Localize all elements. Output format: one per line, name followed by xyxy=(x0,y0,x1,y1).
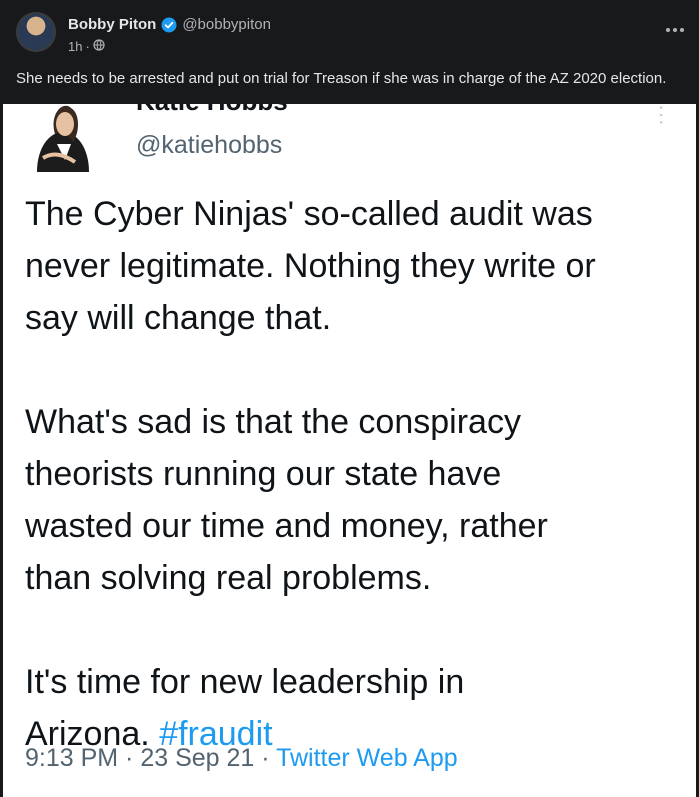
more-options-icon[interactable] xyxy=(661,18,689,42)
tweet-line: theorists running our state have xyxy=(25,455,502,493)
embedded-tweet-image[interactable]: Katie Hobbs @katiehobbs ··· The Cyber Ni… xyxy=(3,104,696,797)
embedded-tweet-handle: @katiehobbs xyxy=(136,131,283,159)
embedded-avatar xyxy=(19,104,105,172)
globe-icon xyxy=(93,39,105,54)
tweet-line: than solving real problems. xyxy=(25,559,432,597)
meta-separator: · xyxy=(85,39,90,54)
verified-badge-icon xyxy=(161,17,177,33)
embedded-tweet-meta: 9:13 PM · 23 Sep 21 · Twitter Web App xyxy=(25,744,458,773)
author-handle[interactable]: @bobbypiton xyxy=(182,16,271,33)
tweet-timestamp: 9:13 PM · 23 Sep 21 · xyxy=(25,744,270,772)
post-text: She needs to be arrested and put on tria… xyxy=(16,70,667,87)
post-header: Bobby Piton @bobbypiton 1h · xyxy=(0,0,699,64)
tweet-line: say will change that. xyxy=(25,299,332,337)
tweet-line: wasted our time and money, rather xyxy=(25,507,548,545)
tweet-line: never legitimate. Nothing they write or xyxy=(25,247,596,285)
tweet-line: The Cyber Ninjas' so-called audit was xyxy=(25,195,593,233)
author-name[interactable]: Bobby Piton xyxy=(68,16,156,33)
post-time[interactable]: 1h xyxy=(68,39,82,54)
tweet-line: What's sad is that the conspiracy xyxy=(25,403,521,441)
embedded-more-icon: ··· xyxy=(650,104,675,126)
embedded-tweet-text: The Cyber Ninjas' so-called audit was ne… xyxy=(25,188,685,760)
post-meta: 1h · xyxy=(68,39,105,54)
author-avatar[interactable] xyxy=(16,12,56,52)
facebook-post: Bobby Piton @bobbypiton 1h · She needs t… xyxy=(0,0,699,797)
tweet-line: It's time for new leadership in xyxy=(25,663,465,701)
embedded-tweet-name: Katie Hobbs xyxy=(136,104,288,117)
tweet-source-app: Twitter Web App xyxy=(276,744,458,772)
author-line: Bobby Piton @bobbypiton xyxy=(68,16,271,33)
